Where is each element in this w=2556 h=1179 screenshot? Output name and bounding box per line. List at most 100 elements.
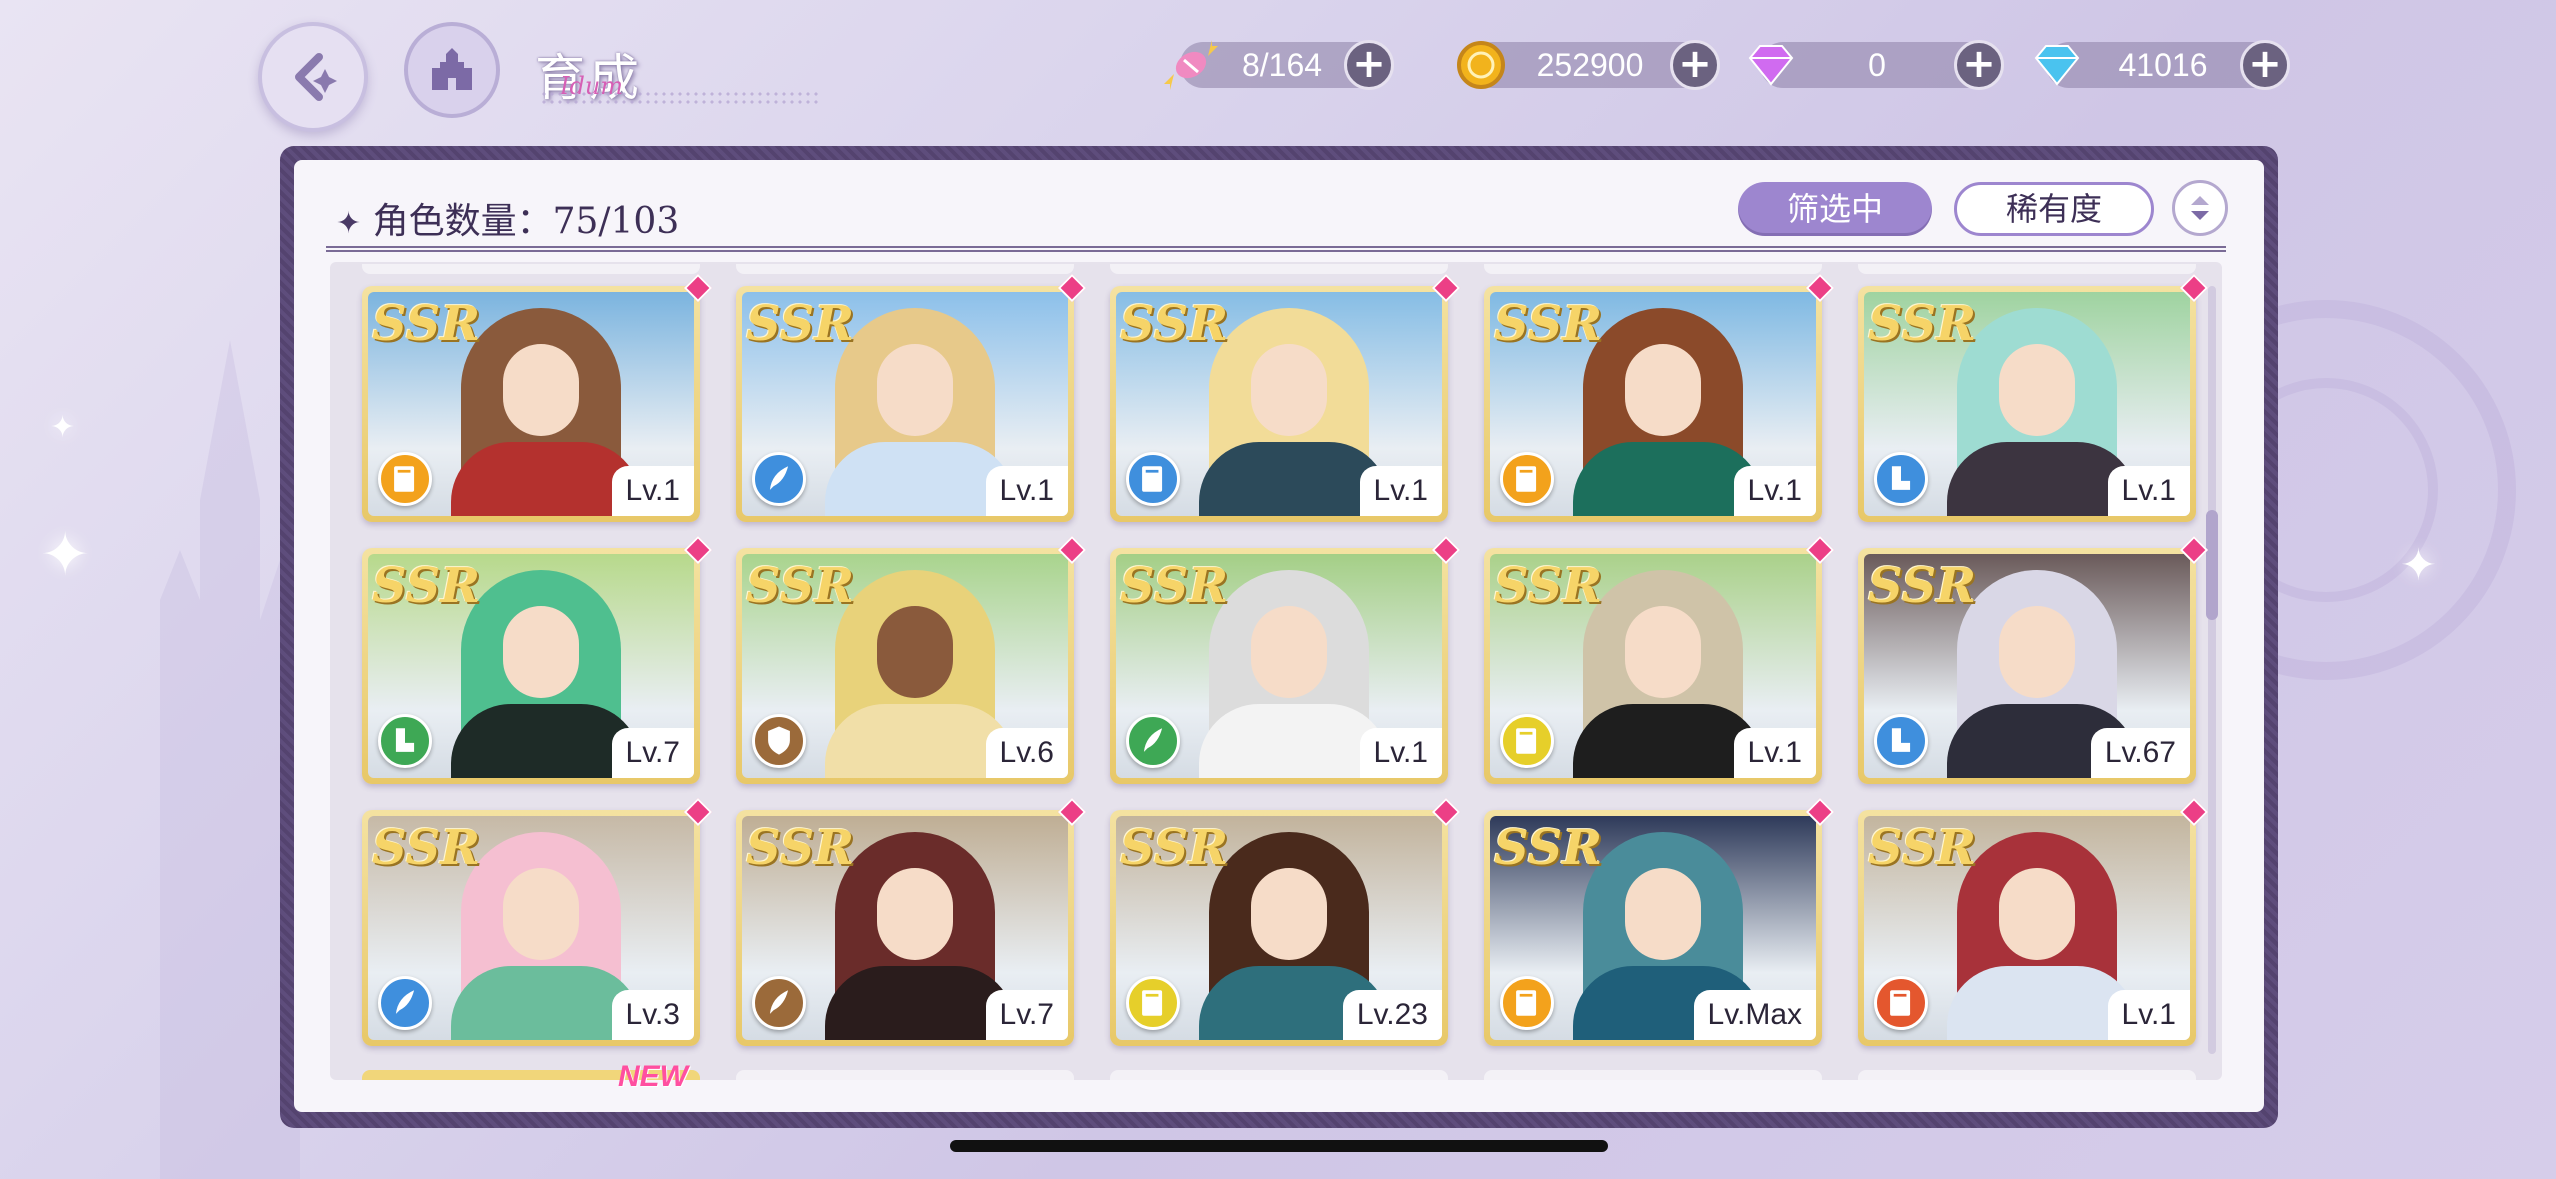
character-card[interactable]: SSR Lv.3: [362, 797, 713, 1046]
header-divider: [326, 246, 2226, 252]
character-face: [1999, 868, 2075, 960]
character-face: [503, 606, 579, 698]
character-card-partial[interactable]: [1110, 1070, 1448, 1080]
class-badge: [1126, 714, 1180, 768]
level-label: Lv.1: [1359, 466, 1442, 516]
rarity-label: SSR: [372, 296, 481, 352]
pink-diamond-icon: [1748, 45, 1794, 86]
currency-coin: 252900 +: [1457, 40, 1720, 90]
character-face: [1625, 606, 1701, 698]
book-icon: [1516, 728, 1537, 754]
rarity-label: SSR: [746, 296, 855, 352]
character-face: [1999, 344, 2075, 436]
character-card[interactable]: SSR Lv.1: [1110, 273, 1461, 522]
level-label: Lv.23: [1342, 990, 1442, 1040]
level-label: Lv.1: [2107, 466, 2190, 516]
class-badge: [752, 976, 806, 1030]
class-badge: [752, 714, 806, 768]
coin-value: 252900: [1536, 47, 1644, 83]
quill-icon: [769, 990, 789, 1014]
scrollbar-thumb[interactable]: [2206, 510, 2218, 620]
add-blue-diamond-button[interactable]: +: [2240, 40, 2290, 90]
character-portrait: SSR Lv.6: [742, 554, 1068, 778]
rarity-label: SSR: [746, 558, 855, 614]
pink-diamond-value: 0: [1868, 47, 1886, 83]
back-button[interactable]: [258, 22, 368, 132]
character-face: [1251, 868, 1327, 960]
character-portrait: SSR Lv.7: [368, 554, 694, 778]
character-face: [877, 344, 953, 436]
character-card-partial[interactable]: [1858, 264, 2196, 274]
currency-candy: 8/164 +: [1164, 40, 1394, 90]
back-arrow-icon: [295, 53, 337, 101]
character-card-partial[interactable]: [1484, 1070, 1822, 1080]
rarity-label: SSR: [1494, 558, 1603, 614]
character-card-partial[interactable]: [1110, 264, 1448, 274]
character-count: ✦ 角色数量：75/103: [336, 192, 679, 244]
character-portrait: SSR Lv.Max: [1490, 816, 1816, 1040]
rarity-label: SSR: [1868, 558, 1977, 614]
character-face: [503, 344, 579, 436]
character-card[interactable]: SSR Lv.1: [1858, 797, 2209, 1046]
character-card[interactable]: SSR Lv.1: [1858, 273, 2209, 522]
class-badge: [378, 976, 432, 1030]
character-card[interactable]: SSR Lv.6: [736, 535, 1087, 784]
character-card-partial[interactable]: [1484, 264, 1822, 274]
character-face: [503, 868, 579, 960]
filter-button[interactable]: 筛选中: [1738, 182, 1932, 236]
character-face: [1251, 606, 1327, 698]
sparkle-bullet-icon: ✦: [336, 206, 362, 241]
coin-icon: [1457, 41, 1505, 89]
book-icon: [1890, 990, 1911, 1016]
add-candy-button[interactable]: +: [1344, 40, 1394, 90]
character-card-partial[interactable]: [362, 264, 700, 274]
level-label: Lv.Max: [1693, 990, 1816, 1040]
quill-icon: [769, 466, 789, 490]
sort-rarity-button[interactable]: 稀有度: [1954, 182, 2154, 236]
title-dots-decoration: [540, 90, 820, 104]
scrollbar-track[interactable]: [2208, 286, 2216, 1054]
class-badge: [1500, 976, 1554, 1030]
character-card[interactable]: SSR Lv.1: [1110, 535, 1461, 784]
level-label: Lv.1: [1733, 466, 1816, 516]
level-label: Lv.1: [2107, 990, 2190, 1040]
character-card[interactable]: SSR Lv.7: [362, 535, 713, 784]
character-portrait: SSR Lv.23: [1116, 816, 1442, 1040]
candy-icon: [1164, 40, 1218, 90]
level-label: Lv.3: [611, 990, 694, 1040]
character-portrait: SSR Lv.3: [368, 816, 694, 1040]
level-label: Lv.1: [611, 466, 694, 516]
character-card[interactable]: SSR Lv.Max: [1484, 797, 1835, 1046]
rarity-label: SSR: [1494, 296, 1603, 352]
shield-icon: [768, 726, 790, 755]
currency-blue-diamond: 41016 +: [2034, 40, 2290, 90]
level-label: Lv.1: [1733, 728, 1816, 778]
character-card[interactable]: SSR Lv.1: [362, 273, 713, 522]
character-card[interactable]: SSR Lv.23: [1110, 797, 1461, 1046]
sort-order-icon: [2191, 196, 2209, 220]
rarity-label: SSR: [1120, 558, 1229, 614]
character-card-partial[interactable]: [736, 1070, 1074, 1080]
add-pink-diamond-button[interactable]: +: [1954, 40, 2004, 90]
new-tag: NEW: [618, 1060, 688, 1093]
character-card-partial[interactable]: [1858, 1070, 2196, 1080]
castle-icon: [432, 48, 472, 90]
level-label: Lv.1: [985, 466, 1068, 516]
sparkle-icon: ✦: [50, 410, 76, 445]
quill-icon: [1143, 728, 1163, 752]
character-portrait: SSR Lv.1: [1116, 554, 1442, 778]
boot-icon: [1891, 728, 1911, 752]
character-card[interactable]: SSR Lv.67: [1858, 535, 2209, 784]
character-card[interactable]: SSR Lv.7: [736, 797, 1087, 1046]
home-button[interactable]: [404, 22, 500, 118]
rarity-label: SSR: [372, 558, 481, 614]
character-card[interactable]: SSR Lv.1: [736, 273, 1087, 522]
boot-icon: [395, 728, 415, 752]
character-portrait: SSR Lv.1: [1116, 292, 1442, 516]
character-card-partial[interactable]: [736, 264, 1074, 274]
character-card[interactable]: SSR Lv.1: [1484, 273, 1835, 522]
sort-order-button[interactable]: [2172, 180, 2228, 236]
rarity-label: SSR: [1494, 820, 1603, 876]
add-coin-button[interactable]: +: [1670, 40, 1720, 90]
character-card[interactable]: SSR Lv.1: [1484, 535, 1835, 784]
